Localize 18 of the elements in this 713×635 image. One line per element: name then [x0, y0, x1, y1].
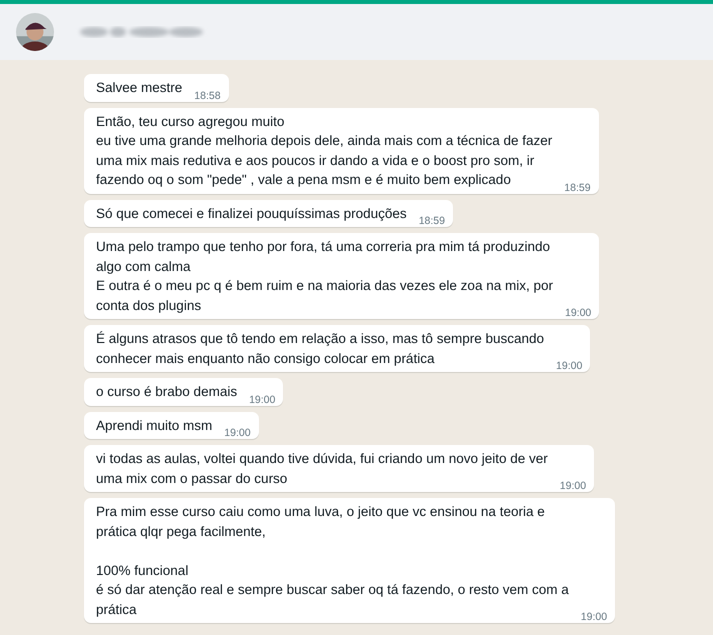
- message-time: 19:00: [560, 480, 586, 492]
- message-time: 19:00: [556, 360, 582, 372]
- message-text: Uma pelo trampo que tenho por fora, tá uma correria pra mim tá produzindo algo com calma E outra é o meu pc q é bem ruim e na maioria das vezes ele zoa na mix, por conta dos plugins: [96, 238, 553, 315]
- message-text: É alguns atrasos que tô tendo em relação a isso, mas tô sempre buscando conhecer mais enquanto não consigo colocar em prática: [96, 330, 544, 368]
- message-time: 18:58: [194, 90, 221, 102]
- message-time: 19:00: [224, 427, 251, 439]
- message-text: Aprendi muito msm: [96, 416, 212, 435]
- message-text: Salvee mestre: [96, 79, 182, 97]
- message-time: 18:59: [418, 215, 445, 227]
- message-time: 19:00: [564, 307, 592, 319]
- message-text: Só que comecei e finalizei pouquíssimas produções: [96, 204, 407, 223]
- message-text: Pra mim esse curso caiu como uma luva, o jeito que vc ensinou na teoria e prática qlqr pega facilmente, 100% funcional é só dar atenção real e sempre buscar saber oq tá fazendo, o resto vem com a prática: [96, 503, 569, 619]
- message-text: o curso é brabo demais: [96, 383, 238, 401]
- message-time: 19:00: [249, 394, 276, 406]
- message-text: vi todas as aulas, voltei quando tive dúvida, fui criando um novo jeito de ver uma mix com o passar do curso: [96, 450, 548, 488]
- message-time: 18:59: [564, 182, 591, 194]
- message-text: Então, teu curso agregou muito eu tive uma grande melhoria depois dele, ainda mais com a técnica de fazer uma mix mais redutiva e aos poucos ir dando a vida e o boost pro som, ir fazendo oq o som "pede" , vale a pena msm e é muito bem explicado: [96, 112, 552, 189]
- message-time: 19:00: [580, 611, 608, 623]
